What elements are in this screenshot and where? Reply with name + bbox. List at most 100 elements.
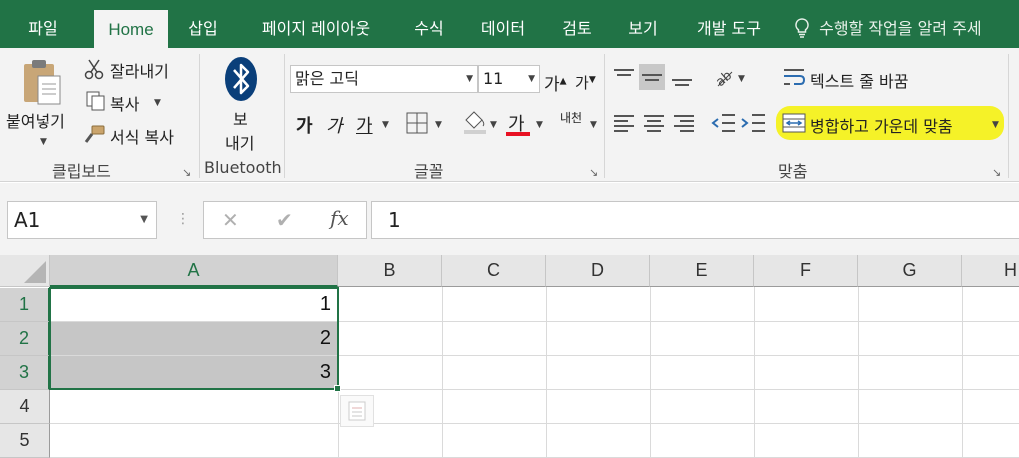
merge-center-button[interactable]: 병합하고 가운데 맞춤 — [810, 113, 953, 137]
underline-dropdown-arrow[interactable]: ▼ — [382, 120, 389, 130]
tab-page-layout[interactable]: 페이지 레이아웃 — [244, 10, 388, 48]
column-header-g[interactable]: G — [858, 255, 962, 287]
underline-button[interactable]: 가 — [356, 112, 373, 138]
font-dialog-launcher[interactable]: ↘ — [589, 166, 598, 179]
row-header-4[interactable]: 4 — [0, 390, 50, 424]
bluetooth-icon[interactable] — [224, 56, 258, 106]
grow-font-button[interactable]: 가▲ — [544, 70, 567, 95]
shrink-font-label: 가 — [575, 74, 589, 92]
row-header-2[interactable]: 2 — [0, 322, 50, 356]
orientation-dropdown-arrow[interactable]: ▼ — [738, 74, 745, 84]
borders-dropdown-arrow[interactable]: ▼ — [435, 120, 442, 130]
tab-review[interactable]: 검토 — [552, 10, 602, 48]
ribbon-home: 붙여넣기 ▼ 잘라내기 복사 ▼ 서식 복사 클립보드 ↘ 보 내기 Bluet… — [0, 48, 1019, 182]
tab-formulas[interactable]: 수식 — [404, 10, 454, 48]
font-name-combo[interactable]: 맑은 고딕 ▼ — [290, 65, 478, 93]
group-separator — [199, 54, 200, 178]
align-top-button[interactable] — [611, 64, 637, 90]
align-bottom-button[interactable] — [669, 64, 695, 90]
tab-data[interactable]: 데이터 — [470, 10, 536, 48]
merge-center-dropdown-arrow[interactable]: ▼ — [992, 120, 999, 130]
tab-file[interactable]: 파일 — [14, 10, 72, 48]
cut-icon[interactable] — [84, 58, 104, 84]
align-right-icon — [671, 110, 697, 137]
format-painter-button[interactable]: 서식 복사 — [110, 124, 174, 148]
font-size-value: 11 — [483, 69, 504, 88]
bluetooth-group-label: Bluetooth — [204, 158, 282, 177]
paste-dropdown-arrow[interactable]: ▼ — [40, 137, 47, 147]
formula-bar-area: A1 ▼ ⋮ ✕ ✔ fx 1 — [0, 183, 1019, 255]
align-center-button[interactable] — [641, 110, 667, 136]
paste-button[interactable] — [20, 58, 64, 110]
row-header-5[interactable]: 5 — [0, 424, 50, 458]
wrap-text-button[interactable]: 텍스트 줄 바꿈 — [810, 68, 909, 92]
gridline — [442, 287, 443, 458]
fill-color-icon[interactable] — [462, 110, 488, 138]
row-header-3[interactable]: 3 — [0, 356, 50, 390]
borders-icon[interactable] — [406, 112, 428, 138]
group-separator — [604, 54, 605, 178]
column-header-a[interactable]: A — [50, 255, 338, 287]
paste-label[interactable]: 붙여넣기 — [6, 108, 65, 132]
phonetic-guide-button[interactable]: 내천 — [560, 112, 582, 124]
bluetooth-send-label-1[interactable]: 보 — [233, 106, 248, 130]
name-box-value: A1 — [14, 208, 41, 232]
column-header-e[interactable]: E — [650, 255, 754, 287]
clipboard-dialog-launcher[interactable]: ↘ — [182, 166, 191, 179]
align-center-icon — [641, 110, 667, 137]
align-middle-button[interactable] — [639, 64, 665, 90]
quick-analysis-button[interactable] — [340, 395, 374, 427]
enter-icon[interactable]: ✔ — [276, 208, 293, 232]
copy-button[interactable]: 복사 — [110, 91, 139, 115]
format-painter-icon[interactable] — [84, 124, 106, 150]
column-header-f[interactable]: F — [754, 255, 858, 287]
chevron-down-icon[interactable]: ▼ — [140, 202, 148, 238]
bluetooth-send-label-2[interactable]: 내기 — [225, 130, 254, 154]
italic-button[interactable]: 가 — [326, 112, 343, 138]
fill-handle[interactable] — [334, 385, 341, 392]
wrap-text-icon[interactable] — [782, 66, 806, 92]
fill-color-dropdown-arrow[interactable]: ▼ — [490, 120, 497, 130]
group-separator — [1008, 54, 1009, 178]
formula-input[interactable]: 1 — [371, 201, 1019, 239]
tab-home[interactable]: Home — [94, 10, 168, 48]
chevron-down-icon[interactable]: ▼ — [466, 66, 473, 92]
column-header-h[interactable]: H — [962, 255, 1019, 287]
font-group-label: 글꼴 — [414, 162, 444, 181]
worksheet-grid[interactable]: A B C D E F G H 1 2 3 4 5 1 2 3 — [0, 255, 1019, 458]
tab-developer[interactable]: 개발 도구 — [684, 10, 774, 48]
insert-function-icon[interactable]: fx — [330, 206, 349, 230]
select-all-button[interactable] — [0, 255, 50, 287]
orientation-icon[interactable]: ab — [712, 64, 736, 92]
font-color-dropdown-arrow[interactable]: ▼ — [536, 120, 543, 130]
copy-dropdown-arrow[interactable]: ▼ — [154, 98, 161, 108]
align-left-button[interactable] — [611, 110, 637, 136]
drag-handle-icon[interactable]: ⋮ — [176, 211, 190, 227]
merge-center-icon[interactable] — [782, 112, 806, 138]
alignment-dialog-launcher[interactable]: ↘ — [992, 166, 1001, 179]
tell-me-box[interactable]: 수행할 작업을 알려 주세 — [794, 10, 982, 48]
alignment-group-label: 맞춤 — [778, 162, 808, 181]
column-header-c[interactable]: C — [442, 255, 546, 287]
align-right-button[interactable] — [671, 110, 697, 136]
clipboard-group-label: 클립보드 — [52, 162, 111, 181]
tab-view[interactable]: 보기 — [618, 10, 668, 48]
name-box[interactable]: A1 ▼ — [7, 201, 157, 239]
decrease-indent-icon[interactable] — [710, 112, 736, 138]
font-size-combo[interactable]: 11 ▼ — [478, 65, 540, 93]
row-header-1[interactable]: 1 — [0, 288, 50, 322]
formula-value: 1 — [388, 208, 401, 232]
font-color-swatch — [506, 132, 530, 136]
chevron-down-icon[interactable]: ▼ — [528, 66, 535, 92]
bold-button[interactable]: 가 — [296, 112, 313, 138]
copy-icon[interactable] — [86, 91, 106, 115]
svg-text:ab: ab — [713, 68, 735, 88]
column-header-d[interactable]: D — [546, 255, 650, 287]
cancel-icon[interactable]: ✕ — [222, 208, 239, 232]
cut-button[interactable]: 잘라내기 — [110, 58, 169, 82]
phonetic-dropdown-arrow[interactable]: ▼ — [590, 120, 597, 130]
column-header-b[interactable]: B — [338, 255, 442, 287]
tab-insert[interactable]: 삽입 — [178, 10, 228, 48]
shrink-font-button[interactable]: 가▼ — [575, 72, 596, 93]
increase-indent-icon[interactable] — [740, 112, 766, 138]
